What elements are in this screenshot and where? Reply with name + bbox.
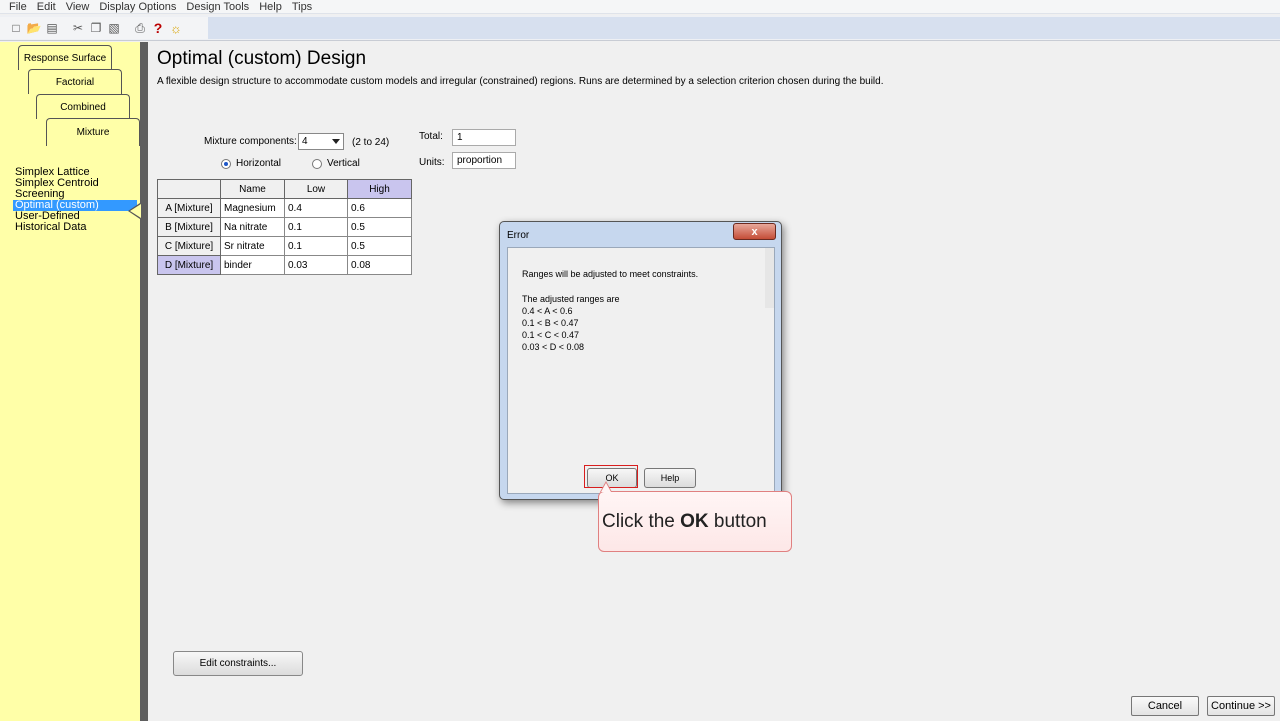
- table-row: D [Mixture] binder 0.03 0.08: [157, 255, 412, 275]
- cancel-button[interactable]: Cancel: [1131, 696, 1199, 716]
- error-dialog: Error x Ranges will be adjusted to meet …: [499, 221, 782, 500]
- chevron-down-icon: [332, 139, 340, 144]
- tab-mixture[interactable]: Mixture: [46, 118, 140, 146]
- menu-help[interactable]: Help: [254, 0, 287, 13]
- menu-edit[interactable]: Edit: [32, 0, 61, 13]
- dialog-body: Ranges will be adjusted to meet constrai…: [507, 247, 775, 494]
- callout-text-post: button: [708, 510, 767, 532]
- components-table: Name Low High A [Mixture] Magnesium 0.4 …: [157, 179, 412, 275]
- help-icon[interactable]: ?: [150, 20, 166, 36]
- cell-name[interactable]: Na nitrate: [220, 217, 285, 237]
- radio-off-icon: [312, 158, 322, 169]
- radio-horizontal[interactable]: Horizontal: [221, 158, 281, 169]
- tutorial-callout: Click the OK button: [598, 491, 792, 552]
- cell-high[interactable]: 0.5: [347, 236, 412, 256]
- tab-factorial[interactable]: Factorial: [28, 69, 122, 94]
- help-button[interactable]: Help: [644, 468, 696, 488]
- menu-tips[interactable]: Tips: [287, 0, 317, 13]
- table-corner: [157, 179, 221, 199]
- tab-combined[interactable]: Combined: [36, 94, 130, 119]
- components-select[interactable]: 4: [298, 133, 344, 150]
- total-input[interactable]: 1: [452, 129, 516, 146]
- tab-response-surface[interactable]: Response Surface: [18, 45, 112, 70]
- column-header-name[interactable]: Name: [220, 179, 285, 199]
- mixture-design-list: Simplex Lattice Simplex Centroid Screeni…: [13, 167, 137, 233]
- dialog-scrollbar[interactable]: [765, 248, 774, 308]
- callout-text-pre: Click the: [602, 510, 681, 532]
- paste-icon[interactable]: ▧: [106, 20, 122, 36]
- dialog-ranges-heading: The adjusted ranges are: [522, 294, 620, 304]
- toolbar: □ 📂 ▤ ✂ ❐ ▧ ⎙ ? ☼: [0, 15, 1280, 41]
- table-row: A [Mixture] Magnesium 0.4 0.6: [157, 198, 412, 218]
- row-header[interactable]: A [Mixture]: [157, 198, 221, 218]
- cell-high[interactable]: 0.5: [347, 217, 412, 237]
- menu-view[interactable]: View: [61, 0, 95, 13]
- tip-bulb-icon[interactable]: ☼: [168, 20, 184, 36]
- close-button[interactable]: x: [733, 223, 776, 240]
- table-header-row: Name Low High: [157, 179, 412, 199]
- menu-bar: File Edit View Display Options Design To…: [0, 0, 1280, 14]
- radio-vertical[interactable]: Vertical: [312, 158, 360, 169]
- units-input[interactable]: proportion: [452, 152, 516, 169]
- dialog-range-a: 0.4 < A < 0.6: [522, 306, 573, 316]
- cell-high[interactable]: 0.08: [347, 255, 412, 275]
- open-folder-icon[interactable]: 📂: [26, 20, 42, 36]
- page-title: Optimal (custom) Design: [157, 48, 367, 69]
- components-value: 4: [302, 136, 308, 147]
- save-icon[interactable]: ▤: [44, 20, 60, 36]
- units-label: Units:: [419, 157, 445, 168]
- row-header[interactable]: C [Mixture]: [157, 236, 221, 256]
- cell-low[interactable]: 0.03: [284, 255, 348, 275]
- copy-icon[interactable]: ❐: [88, 20, 104, 36]
- column-header-low[interactable]: Low: [284, 179, 348, 199]
- row-header[interactable]: D [Mixture]: [157, 255, 221, 275]
- menu-design-tools[interactable]: Design Tools: [181, 0, 254, 13]
- cell-name[interactable]: Magnesium: [220, 198, 285, 218]
- dialog-message: Ranges will be adjusted to meet constrai…: [522, 269, 699, 279]
- radio-horizontal-label: Horizontal: [236, 158, 282, 169]
- edit-constraints-button[interactable]: Edit constraints...: [173, 651, 303, 676]
- page-description: A flexible design structure to accommoda…: [157, 76, 884, 87]
- cut-icon[interactable]: ✂: [70, 20, 86, 36]
- dialog-title: Error: [507, 230, 530, 241]
- new-file-icon[interactable]: □: [8, 20, 24, 36]
- menu-display-options[interactable]: Display Options: [94, 0, 181, 13]
- callout-text-bold: OK: [680, 510, 709, 532]
- menu-file[interactable]: File: [4, 0, 32, 13]
- cell-name[interactable]: binder: [220, 255, 285, 275]
- print-icon[interactable]: ⎙: [132, 20, 148, 36]
- cell-name[interactable]: Sr nitrate: [220, 236, 285, 256]
- cell-low[interactable]: 0.1: [284, 217, 348, 237]
- total-label: Total:: [419, 131, 443, 142]
- row-header[interactable]: B [Mixture]: [157, 217, 221, 237]
- radio-vertical-label: Vertical: [327, 158, 360, 169]
- radio-on-icon: [221, 158, 231, 169]
- dialog-range-b: 0.1 < B < 0.47: [522, 318, 579, 328]
- cell-low[interactable]: 0.1: [284, 236, 348, 256]
- cell-high[interactable]: 0.6: [347, 198, 412, 218]
- components-range: (2 to 24): [352, 137, 390, 148]
- nav-item-historical-data[interactable]: Historical Data: [13, 222, 137, 233]
- dialog-range-d: 0.03 < D < 0.08: [522, 342, 585, 352]
- table-row: C [Mixture] Sr nitrate 0.1 0.5: [157, 236, 412, 256]
- table-row: B [Mixture] Na nitrate 0.1 0.5: [157, 217, 412, 237]
- continue-button[interactable]: Continue >>: [1207, 696, 1275, 716]
- cell-low[interactable]: 0.4: [284, 198, 348, 218]
- panel-divider: [140, 42, 148, 721]
- column-header-high[interactable]: High: [347, 179, 412, 199]
- dialog-range-c: 0.1 < C < 0.47: [522, 330, 580, 340]
- close-icon: x: [751, 225, 758, 238]
- components-label: Mixture components:: [204, 136, 297, 147]
